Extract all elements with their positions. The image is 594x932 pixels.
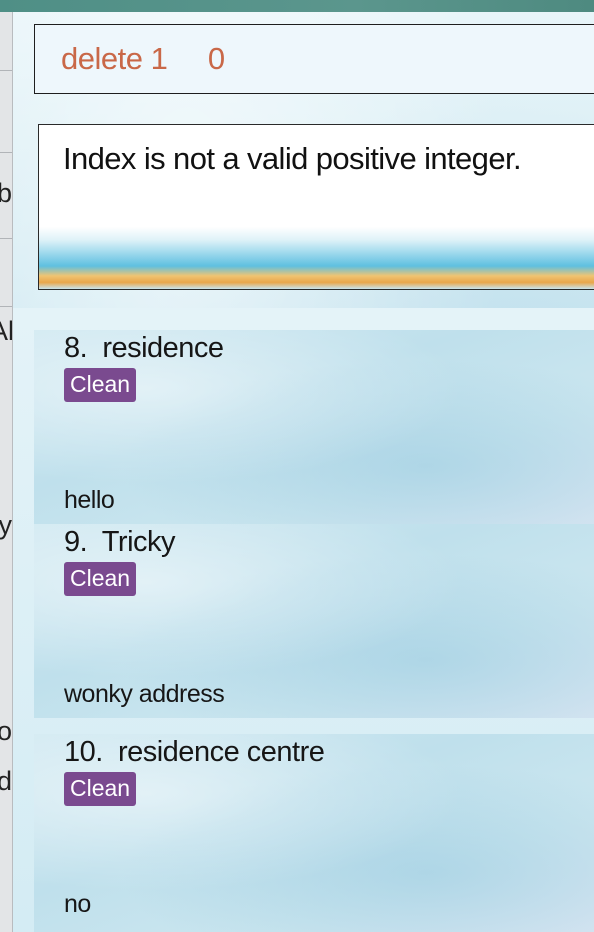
result-display: Index is not a valid positive integer.: [38, 124, 594, 290]
clipped-text: Al: [0, 318, 12, 345]
left-panel-clipped: b Al y o d: [0, 12, 13, 932]
command-text[interactable]: delete 1 0: [61, 41, 225, 77]
item-title: 8. residence: [64, 332, 224, 365]
item-address: no: [64, 890, 91, 918]
clipped-text: b: [0, 180, 12, 207]
item-name: Tricky: [101, 526, 176, 558]
item-index: 10.: [64, 736, 103, 768]
item-name: residence centre: [117, 736, 325, 768]
item-name: residence: [102, 332, 224, 364]
item-address: wonky address: [64, 680, 225, 708]
clipped-text: o: [0, 718, 12, 745]
item-title: 9. Tricky: [64, 526, 176, 559]
item-index: 9.: [64, 526, 88, 558]
tag-badge: Clean: [64, 368, 137, 402]
clipped-text: d: [0, 768, 12, 795]
tag-badge: Clean: [64, 772, 137, 806]
list-item[interactable]: 8. residence Clean hello: [34, 330, 594, 524]
item-address: hello: [64, 486, 115, 514]
result-message: Index is not a valid positive integer.: [63, 141, 522, 176]
clipped-text: y: [0, 512, 12, 539]
item-title: 10. residence centre: [64, 736, 325, 769]
list-item[interactable]: 9. Tricky Clean wonky address: [34, 524, 594, 718]
item-index: 8.: [64, 332, 88, 364]
command-input[interactable]: delete 1 0: [34, 24, 594, 94]
tag-badge: Clean: [64, 562, 137, 596]
window-top-strip: [0, 0, 594, 12]
list-item[interactable]: 10. residence centre Clean no: [34, 734, 594, 932]
